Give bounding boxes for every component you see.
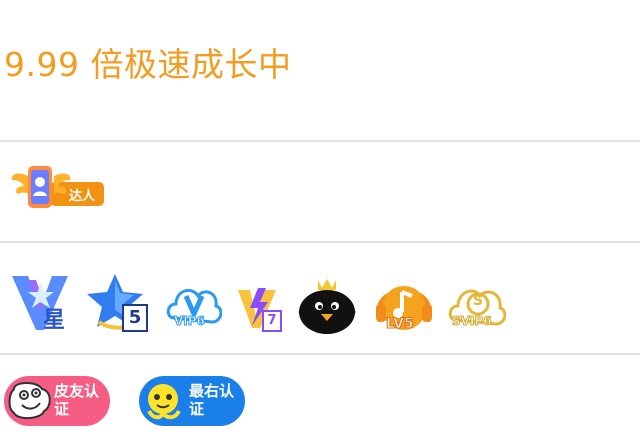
pi-you-mascot-icon xyxy=(8,382,51,419)
penguin-badge[interactable] xyxy=(296,276,358,336)
talent-label: 达人 xyxy=(69,189,96,204)
svip-dollar-mark: S xyxy=(473,293,484,309)
vip-level-text: VIP6 xyxy=(174,314,206,329)
star-vip-badge[interactable]: 星 xyxy=(10,272,70,333)
pi-you-auth-badge[interactable]: 皮友认证 xyxy=(4,376,110,426)
super-vip-badge[interactable]: 5 xyxy=(87,272,149,332)
talent-badge[interactable]: 达人 xyxy=(10,164,106,212)
divider xyxy=(0,353,640,355)
svip-level-text: SVIP6 xyxy=(452,314,493,329)
zui-you-auth-label: 最右认证 xyxy=(189,382,235,418)
zui-you-auth-badge[interactable]: 最右认证 xyxy=(139,376,245,426)
svip-badge[interactable]: S SVIP6 xyxy=(448,284,506,332)
divider xyxy=(0,241,640,243)
flash-vip-mark: 7 xyxy=(262,310,282,332)
zui-you-mascot-icon xyxy=(147,384,181,420)
vip-level-badge[interactable]: VIP6 xyxy=(166,284,222,332)
music-level-text: LV5 xyxy=(386,316,415,333)
music-level-badge[interactable]: LV5 xyxy=(374,280,434,336)
super-vip-mark: 5 xyxy=(122,304,148,332)
flash-vip-badge[interactable]: 7 xyxy=(236,286,282,332)
star-vip-mark: 星 xyxy=(43,308,66,333)
crowned-penguin-icon xyxy=(298,279,356,334)
speed-status-text: 9.99 倍极速成长中 xyxy=(4,45,292,84)
divider xyxy=(0,140,640,142)
pi-you-auth-label: 皮友认证 xyxy=(54,382,100,418)
